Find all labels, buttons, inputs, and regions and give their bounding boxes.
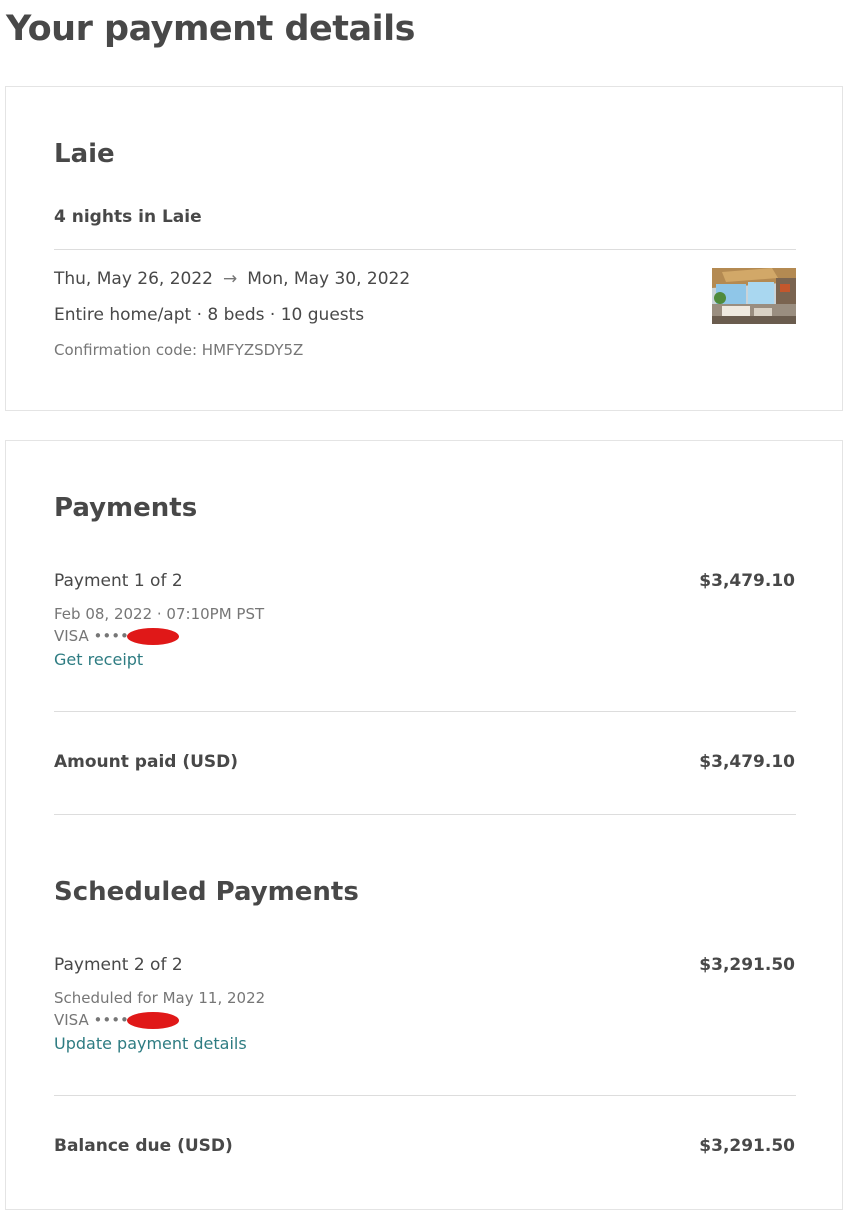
scheduled-payments-title: Scheduled Payments: [54, 877, 359, 907]
check-in-date: Thu, May 26, 2022: [54, 269, 213, 289]
redaction-mark: [126, 1012, 179, 1029]
update-payment-details-link[interactable]: Update payment details: [54, 1034, 247, 1053]
payment-date: Feb 08, 2022 · 07:10PM PST: [54, 605, 265, 623]
payment-label: Payment 1 of 2: [54, 571, 183, 591]
balance-due-value: $3,291.50: [699, 1136, 795, 1156]
payment-amount: $3,479.10: [699, 571, 795, 591]
card-label: VISA ••••: [54, 627, 129, 645]
trip-title: Laie: [54, 139, 115, 169]
divider: [54, 249, 796, 250]
amount-paid-value: $3,479.10: [699, 752, 795, 772]
arrow-right-icon: →: [223, 269, 238, 289]
scheduled-payment-card: VISA ••••: [54, 1011, 179, 1029]
scheduled-payment-date: Scheduled for May 11, 2022: [54, 989, 266, 1007]
payments-card: Payments Payment 1 of 2 $3,479.10 Feb 08…: [5, 440, 843, 1210]
payments-title: Payments: [54, 493, 198, 523]
balance-due-label: Balance due (USD): [54, 1136, 233, 1156]
confirmation-code: Confirmation code: HMFYZSDY5Z: [54, 341, 304, 359]
scheduled-payment-amount: $3,291.50: [699, 955, 795, 975]
redaction-mark: [126, 628, 179, 645]
get-receipt-link[interactable]: Get receipt: [54, 650, 143, 669]
listing-photo[interactable]: [712, 268, 796, 324]
listing-info: Entire home/apt · 8 beds · 10 guests: [54, 305, 365, 325]
trip-dates: Thu, May 26, 2022 → Mon, May 30, 2022: [54, 269, 410, 289]
divider: [54, 711, 796, 712]
trip-summary-card: Laie 4 nights in Laie Thu, May 26, 2022 →…: [5, 86, 843, 411]
scheduled-payment-label: Payment 2 of 2: [54, 955, 183, 975]
trip-nights: 4 nights in Laie: [54, 207, 202, 227]
check-out-date: Mon, May 30, 2022: [247, 269, 411, 289]
amount-paid-label: Amount paid (USD): [54, 752, 239, 772]
divider: [54, 1095, 796, 1096]
divider: [54, 814, 796, 815]
payment-card: VISA ••••: [54, 627, 179, 645]
card-label: VISA ••••: [54, 1011, 129, 1029]
page-title: Your payment details: [6, 9, 415, 49]
